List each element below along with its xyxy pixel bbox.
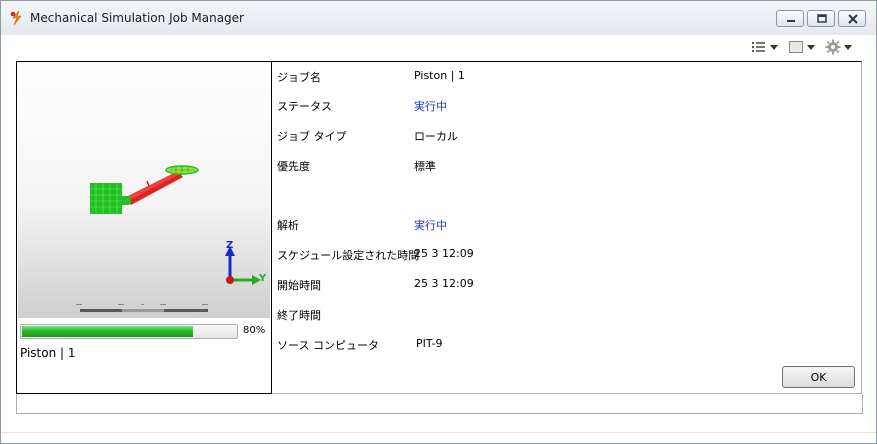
divider [1,432,876,433]
label-job-type: ジョブ タイプ [277,130,347,143]
progress-bar [20,324,238,339]
piston-model [76,165,261,312]
settings-button[interactable] [825,39,852,55]
value-scheduled-time: 25 3 12:09 [414,247,474,260]
value-source-computer: PIT-9 [416,337,443,350]
progress-fill [22,326,193,337]
panel-icon [789,41,803,53]
status-area [16,394,863,414]
gear-icon [825,39,841,55]
label-analysis: 解析 [277,219,299,232]
window-title: Mechanical Simulation Job Manager [30,11,244,25]
label-status: ステータス [277,100,332,113]
job-manager-window: Mechanical Simulation Job Manager Z Y 80… [0,0,877,444]
title-bar[interactable]: Mechanical Simulation Job Manager [1,1,876,35]
label-end-time: 終了時間 [277,309,321,322]
restore-button[interactable] [807,10,835,27]
label-source-computer: ソース コンピュータ [277,339,379,352]
value-status: 実行中 [414,100,447,113]
restore-icon [817,14,827,23]
ok-button[interactable]: OK [782,366,855,388]
model-viewport[interactable]: Z Y [18,63,270,318]
value-job-name: Piston | 1 [414,69,465,82]
progress-percent: 80% [243,325,266,336]
close-button[interactable] [838,10,866,27]
label-job-name: ジョブ名 [277,71,321,84]
axis-y-label: Y [259,273,267,284]
list-view-button[interactable] [751,40,778,54]
minimize-icon [787,20,795,22]
list-view-icon [752,42,765,52]
chevron-down-icon [807,44,815,50]
preview-panel: Z Y 80% Piston | 1 [16,61,272,394]
label-scheduled-time: スケジュール設定された時間 [277,249,420,262]
minimize-button[interactable] [776,10,804,27]
value-priority: 標準 [414,160,436,173]
label-start-time: 開始時間 [277,279,321,292]
panel-button[interactable] [788,40,815,54]
job-details-panel: ジョブ名 Piston | 1 ステータス 実行中 ジョブ タイプ ローカル 優… [272,61,862,394]
value-start-time: 25 3 12:09 [414,277,474,290]
close-icon [848,14,858,24]
chevron-down-icon [770,44,778,50]
label-priority: 優先度 [277,160,310,173]
solidworks-simulation-icon [9,10,25,26]
chevron-down-icon [844,44,852,50]
toolbar [751,39,852,55]
value-analysis: 実行中 [414,219,447,232]
value-job-type: ローカル [414,130,458,143]
job-caption: Piston | 1 [20,346,76,360]
axis-z-label: Z [226,240,234,251]
